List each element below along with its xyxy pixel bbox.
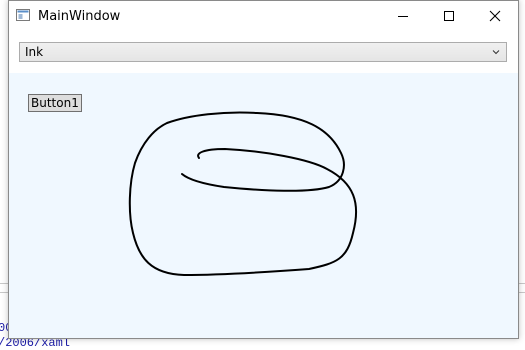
main-window: MainWindow Ink Button1 bbox=[8, 0, 519, 339]
minimize-icon bbox=[398, 16, 408, 17]
close-button[interactable] bbox=[472, 1, 518, 31]
ink-stroke bbox=[128, 111, 358, 276]
mode-combobox[interactable]: Ink bbox=[19, 42, 507, 62]
minimize-button[interactable] bbox=[380, 1, 426, 31]
maximize-icon bbox=[444, 11, 454, 21]
chevron-down-icon bbox=[492, 50, 500, 55]
ink-canvas[interactable]: Button1 bbox=[9, 73, 518, 338]
title-bar[interactable]: MainWindow bbox=[9, 1, 518, 32]
maximize-button[interactable] bbox=[426, 1, 472, 31]
close-icon bbox=[489, 10, 501, 22]
window-app-icon bbox=[16, 9, 30, 21]
window-title: MainWindow bbox=[38, 9, 121, 24]
ink-stroke-layer bbox=[128, 111, 358, 276]
combo-selected-value: Ink bbox=[25, 45, 44, 59]
